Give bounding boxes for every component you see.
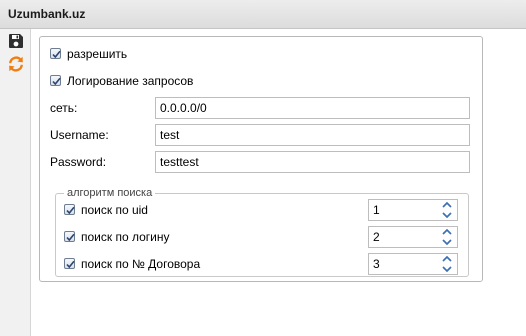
- request-logging-label: Логирование запросов: [67, 74, 194, 88]
- password-input[interactable]: [155, 151, 470, 173]
- checkmark-icon: [52, 50, 61, 59]
- search-by-login-checkbox[interactable]: [64, 231, 75, 242]
- search-by-login-priority-input[interactable]: [369, 227, 437, 247]
- network-label: сеть:: [50, 101, 78, 115]
- chevron-up-icon: [442, 229, 452, 235]
- checkmark-icon: [66, 260, 75, 269]
- checkmark-icon: [66, 233, 75, 242]
- spinner-up-button[interactable]: [437, 254, 457, 264]
- password-label: Password:: [50, 155, 107, 169]
- refresh-button[interactable]: [8, 56, 24, 72]
- search-by-uid-priority-spinner: [368, 199, 458, 221]
- floppy-disk-icon: [9, 34, 23, 48]
- spinner-down-button[interactable]: [437, 210, 457, 220]
- search-by-login-label: поиск по логину: [81, 230, 170, 244]
- allow-checkbox[interactable]: [50, 48, 61, 59]
- search-by-contract-checkbox[interactable]: [64, 258, 75, 269]
- spinner-up-button[interactable]: [437, 200, 457, 210]
- checkmark-icon: [52, 77, 61, 86]
- chevron-up-icon: [442, 202, 452, 208]
- search-algorithm-legend: алгоритм поиска: [67, 187, 153, 199]
- allow-label: разрешить: [67, 47, 128, 61]
- refresh-arrows-icon: [9, 56, 23, 72]
- window-title: Uzumbank.uz: [8, 7, 86, 21]
- chevron-up-icon: [442, 256, 452, 262]
- search-by-contract-label: поиск по № Договора: [81, 257, 201, 271]
- spinner-up-button[interactable]: [437, 227, 457, 237]
- save-button[interactable]: [8, 33, 24, 49]
- search-by-contract-priority-input[interactable]: [369, 254, 437, 274]
- search-by-uid-checkbox[interactable]: [64, 204, 75, 215]
- username-input[interactable]: [155, 124, 470, 146]
- chevron-down-icon: [442, 239, 452, 245]
- request-logging-checkbox[interactable]: [50, 75, 61, 86]
- search-by-uid-priority-input[interactable]: [369, 200, 437, 220]
- spinner-down-button[interactable]: [437, 264, 457, 274]
- search-by-login-priority-spinner: [368, 226, 458, 248]
- chevron-down-icon: [442, 266, 452, 272]
- checkmark-icon: [66, 206, 75, 215]
- chevron-down-icon: [442, 212, 452, 218]
- username-label: Username:: [50, 128, 109, 142]
- title-bar: Uzumbank.uz: [0, 0, 526, 29]
- side-toolbar: [0, 29, 31, 336]
- network-input[interactable]: [155, 97, 470, 119]
- spinner-down-button[interactable]: [437, 237, 457, 247]
- search-by-contract-priority-spinner: [368, 253, 458, 275]
- search-by-uid-label: поиск по uid: [81, 203, 148, 217]
